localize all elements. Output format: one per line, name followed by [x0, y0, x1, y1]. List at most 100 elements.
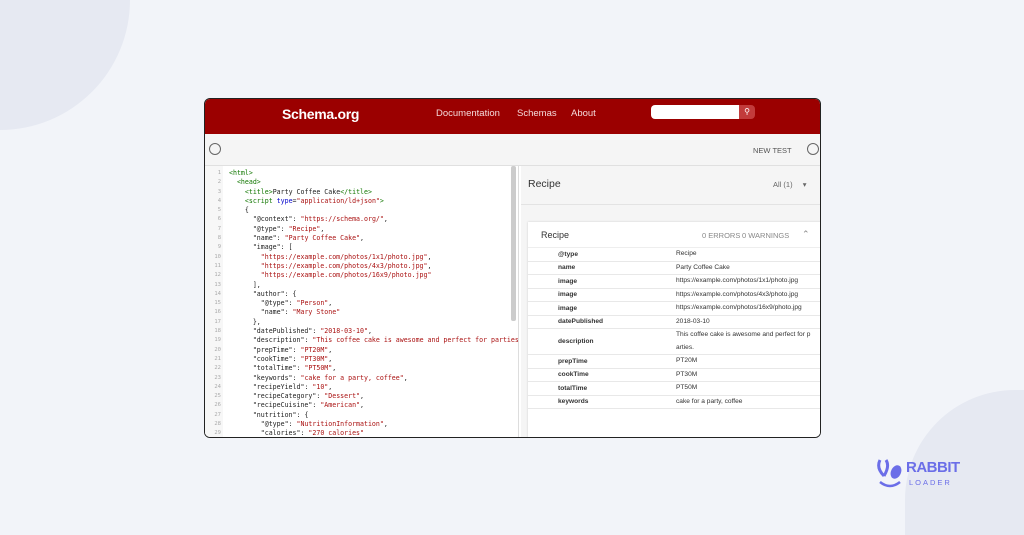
nav-documentation[interactable]: Documentation [436, 108, 500, 119]
code-line: 27 "nutrition": { [205, 411, 518, 420]
code-text: ], [229, 281, 261, 290]
site-header: Schema.org Documentation Schemas About ⚲ [205, 99, 820, 134]
new-test-button[interactable]: NEW TEST [753, 146, 792, 155]
search-button[interactable]: ⚲ [739, 105, 755, 119]
code-text: { [229, 206, 249, 215]
line-number: 27 [214, 411, 221, 418]
rabbit-ears-icon [877, 459, 902, 488]
line-number: 13 [214, 281, 221, 288]
code-token: "Recipe" [288, 224, 321, 233]
code-token: "totalTime" [229, 364, 297, 373]
code-text: "datePublished": "2018-03-10", [229, 327, 372, 336]
code-token: , [332, 364, 337, 373]
globe-icon[interactable] [209, 143, 221, 155]
property-name: image [558, 277, 578, 285]
code-text: "@type": "Recipe", [229, 224, 325, 234]
code-line: 21 "cookTime": "PT30M", [205, 355, 518, 364]
code-token: "2018-03-10" [320, 327, 368, 336]
nav-schemas[interactable]: Schemas [517, 108, 557, 119]
code-line: 22 "totalTime": "PT50M", [205, 364, 518, 373]
code-token: "@type" [229, 420, 289, 429]
code-text: "calories": "270 calories" [229, 429, 364, 437]
code-line: 20 "prepTime": "PT20M", [205, 346, 518, 355]
property-value: Recipe [676, 250, 697, 257]
property-row: image https://example.com/photos/1x1/phot… [528, 275, 820, 289]
code-token: Party Coffee Cake [272, 187, 341, 196]
caret-down-icon: ▾ [802, 180, 807, 189]
recipe-result-card: Recipe 0 ERRORS 0 WARNINGS ⌃ @type Recipe… [528, 222, 820, 437]
code-token: , [360, 234, 365, 243]
code-token: "PT30M" [300, 354, 329, 363]
code-token: , [403, 373, 408, 382]
code-token: type [276, 196, 293, 205]
code-token: "name" [229, 234, 277, 243]
code-token: "10" [312, 382, 329, 391]
property-name: keywords [558, 398, 589, 406]
code-token: , [383, 420, 388, 429]
code-text: <title>Party Coffee Cake</title> [229, 188, 372, 197]
code-line: 23 "keywords": "cake for a party, coffee… [205, 374, 518, 383]
card-header[interactable]: Recipe 0 ERRORS 0 WARNINGS ⌃ [528, 222, 820, 248]
line-number: 16 [214, 309, 221, 316]
code-token: "https://example.com/photos/1x1/photo.jp… [229, 252, 428, 261]
code-line: 18 "datePublished": "2018-03-10", [205, 327, 518, 336]
line-number: 2 [217, 179, 221, 186]
code-token: "Dessert" [324, 392, 361, 401]
language-globe-icon[interactable] [807, 143, 819, 155]
filter-dropdown[interactable]: All (1) ▾ [773, 180, 806, 189]
code-token: : [288, 420, 297, 429]
brand-sub: LOADER [909, 478, 952, 487]
code-line: 1 <html> [205, 169, 518, 178]
property-row: image https://example.com/photos/4x3/phot… [528, 289, 820, 302]
line-number: 18 [214, 328, 221, 335]
property-row: image https://example.com/photos/16x9/pho… [528, 302, 820, 316]
line-number: 9 [217, 244, 221, 251]
code-line: 26 "recipeCuisine": "American", [205, 401, 518, 410]
code-text: "cookTime": "PT30M", [229, 355, 332, 364]
code-text: "https://example.com/photos/1x1/photo.jp… [229, 252, 432, 262]
code-token: "description" [229, 336, 305, 345]
code-token: }, [229, 317, 261, 326]
property-name: totalTime [558, 384, 588, 392]
line-number: 21 [214, 355, 221, 362]
line-number: 4 [217, 197, 221, 204]
code-line: 2 <head> [205, 178, 518, 187]
property-value: https://example.com/photos/1x1/photo.jpg [676, 277, 799, 284]
schema-validator-window: Schema.org Documentation Schemas About ⚲… [204, 98, 821, 438]
editor-scrollbar[interactable] [511, 166, 516, 321]
code-token: "Person" [296, 299, 329, 308]
line-number: 26 [214, 402, 221, 409]
property-row: name Party Coffee Cake [528, 262, 820, 275]
code-line: 7 "@type": "Recipe", [205, 225, 518, 234]
code-token: "author" [229, 289, 285, 298]
code-line: 9 "image": [ [205, 243, 518, 252]
nav-about[interactable]: About [571, 108, 596, 119]
line-number: 23 [214, 374, 221, 381]
code-token: "nutrition" [229, 410, 297, 419]
code-token: , [328, 345, 333, 354]
property-value: PT20M [676, 357, 698, 364]
search-input[interactable] [651, 105, 739, 119]
schema-logo[interactable]: Schema.org [282, 106, 359, 122]
code-text: "prepTime": "PT20M", [229, 346, 332, 355]
code-token: , [360, 401, 365, 410]
code-token: , [367, 327, 372, 336]
code-line: 4 <script type="application/ld+json"> [205, 197, 518, 206]
code-text: <html> [229, 169, 253, 178]
code-line: 5 { [205, 206, 518, 215]
code-token: : { [296, 410, 309, 419]
line-number: 22 [214, 365, 221, 372]
background-shape [0, 0, 130, 130]
chevron-up-icon[interactable]: ⌃ [802, 229, 810, 240]
divider [521, 204, 820, 205]
code-line: 11 "https://example.com/photos/4x3/photo… [205, 262, 518, 271]
property-value: https://example.com/photos/4x3/photo.jpg [676, 290, 799, 298]
code-token: : { [284, 289, 297, 298]
line-number: 29 [214, 430, 221, 437]
code-token: "https://schema.org/" [300, 215, 384, 224]
property-value: cake for a party, coffee [676, 397, 743, 405]
code-editor[interactable]: 1 <html> 2 <head> 3 <title>Party Coffee Cak… [205, 166, 519, 437]
code-line: 17 }, [205, 318, 518, 327]
code-token: "Party Coffee Cake" [284, 234, 361, 243]
